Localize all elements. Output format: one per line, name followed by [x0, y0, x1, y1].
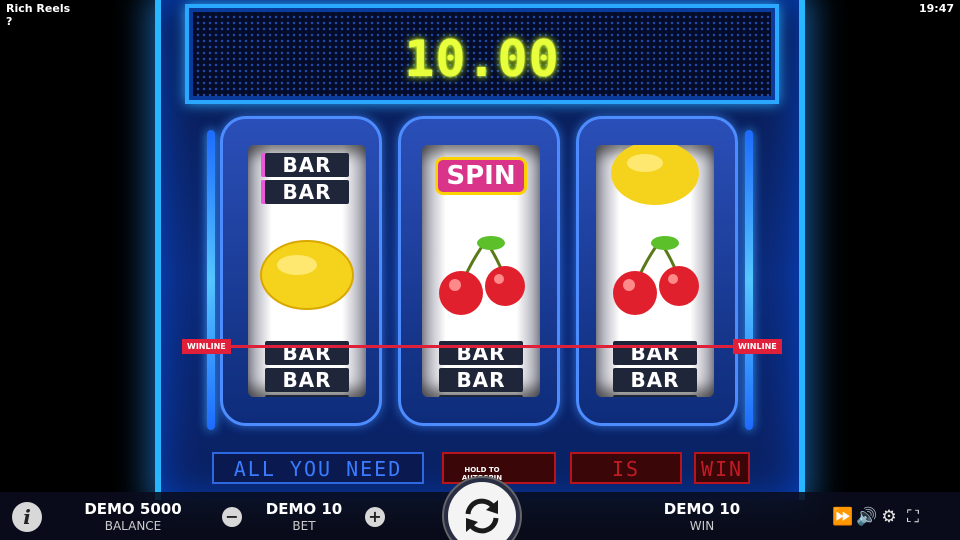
bet-increase-button[interactable]: +	[365, 507, 385, 527]
bar-tile: BAR	[265, 153, 349, 177]
win-display-footer: DEMO 10 WIN	[650, 500, 754, 534]
win-amount: 10.00	[404, 30, 560, 88]
bet-value: DEMO 10	[265, 500, 343, 518]
bar-tile: BAR	[265, 368, 349, 392]
bar-tile: BAR	[265, 180, 349, 204]
balance-label: BALANCE	[104, 519, 162, 533]
spin-badge: SPIN	[435, 157, 527, 195]
refresh-icon	[465, 498, 499, 534]
win-label: WIN	[689, 519, 715, 533]
sound-icon[interactable]: 🔊	[856, 507, 877, 527]
winline-label-left: WINLINE	[182, 339, 231, 354]
clock: 19:47	[918, 2, 954, 15]
cherries-icon	[422, 231, 540, 321]
bar-triple-symbol: BAR BAR BAR	[596, 341, 714, 397]
bet-decrease-button[interactable]: −	[222, 507, 242, 527]
led-panel-4: WIN	[694, 452, 750, 484]
help-button[interactable]: ?	[6, 15, 70, 28]
reel-1: BAR BAR BAR BAR BAR	[248, 145, 366, 397]
bar-tile: BAR	[613, 395, 697, 397]
toolbar-icons: ⏩ 🔊 ⚙ ⛶	[832, 507, 922, 527]
bar-tile: BAR	[439, 395, 523, 397]
win-display: 10.00	[185, 4, 779, 104]
spin-symbol: SPIN	[422, 157, 540, 195]
side-light-right	[745, 130, 753, 430]
reel-3: BAR BAR BAR	[596, 145, 714, 397]
reel-2: SPIN BAR BAR BAR	[422, 145, 540, 397]
winline-label-right: WINLINE	[733, 339, 782, 354]
fullscreen-icon[interactable]: ⛶	[904, 507, 922, 527]
bar-triple-symbol: BAR BAR BAR	[422, 341, 540, 397]
lemon-icon	[248, 233, 366, 313]
cherries-icon	[596, 231, 714, 321]
balance-display: DEMO 5000 BALANCE	[78, 500, 188, 534]
bet-label: BET	[292, 519, 316, 533]
balance-value: DEMO 5000	[84, 500, 182, 518]
bar-tile: BAR	[265, 395, 349, 397]
lemon-icon	[596, 145, 714, 211]
bar-tile: BAR	[439, 368, 523, 392]
app-title: Rich Reels	[6, 2, 71, 15]
win-value: DEMO 10	[663, 500, 741, 518]
info-button[interactable]: i	[12, 502, 42, 532]
app-title-block: Rich Reels ?	[6, 2, 70, 28]
bar-double-symbol: BAR BAR	[248, 153, 366, 207]
bar-triple-symbol: BAR BAR BAR	[248, 341, 366, 397]
led-message-panel: ALL YOU NEED	[212, 452, 424, 484]
turbo-icon[interactable]: ⏩	[832, 507, 853, 527]
winline	[185, 345, 779, 348]
led-panel-3: IS	[570, 452, 682, 484]
side-light-left	[207, 130, 215, 430]
bet-display: DEMO 10 BET	[254, 500, 354, 534]
settings-icon[interactable]: ⚙	[880, 507, 898, 527]
bar-tile: BAR	[613, 368, 697, 392]
